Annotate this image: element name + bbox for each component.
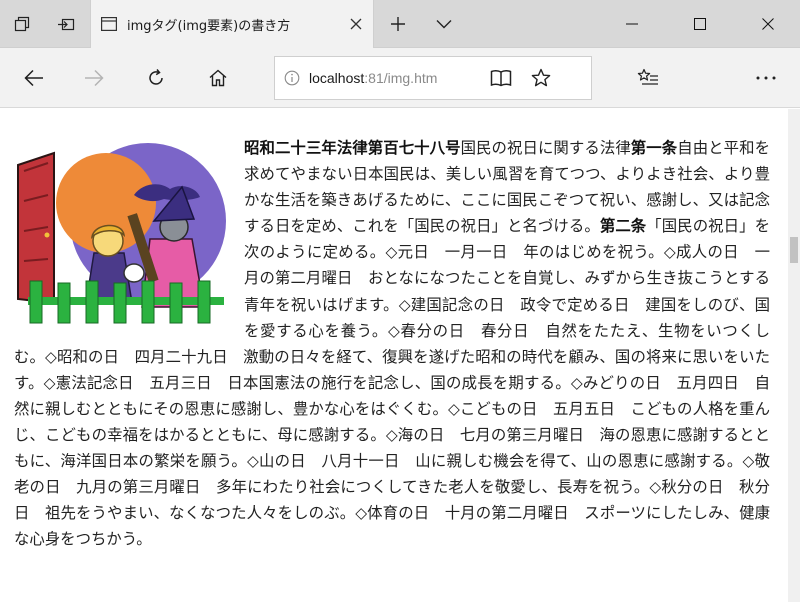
article-2-label: 第二条 xyxy=(599,217,647,236)
minimize-icon xyxy=(626,23,638,25)
info-icon[interactable] xyxy=(275,70,309,86)
tab-actions-icon[interactable] xyxy=(2,0,42,48)
arrow-right-icon xyxy=(85,69,104,87)
arrow-left-icon xyxy=(24,69,43,87)
url-host: localhost xyxy=(309,70,365,86)
maximize-icon xyxy=(694,18,706,30)
forward-button[interactable] xyxy=(74,58,114,98)
halloween-illustration xyxy=(17,143,226,324)
law-title: 昭和二十三年法律第百七十八号 xyxy=(244,139,461,157)
more-button[interactable] xyxy=(746,58,786,98)
article-1-label: 第一条 xyxy=(630,139,678,157)
favorites-hub-button[interactable] xyxy=(628,58,668,98)
refresh-button[interactable] xyxy=(136,58,176,98)
close-tab-button[interactable] xyxy=(339,0,373,48)
plus-icon xyxy=(391,17,405,31)
new-tab-button[interactable] xyxy=(378,0,418,48)
close-icon xyxy=(762,18,774,30)
home-icon xyxy=(209,69,227,87)
tab-preview-button[interactable] xyxy=(424,0,464,48)
scrollbar-thumb[interactable] xyxy=(790,237,798,263)
home-button[interactable] xyxy=(198,58,238,98)
close-icon xyxy=(350,18,362,30)
favorite-button[interactable] xyxy=(521,57,561,99)
page-viewport: 昭和二十三年法律第百七十八号国民の祝日に関する法律第一条自由と平和を求めてやまな… xyxy=(0,109,788,602)
refresh-icon xyxy=(149,69,163,85)
url-path: :81/img.htm xyxy=(364,70,438,86)
tab-strip: imgタグ(img要素)の書き方 xyxy=(0,0,800,48)
address-bar[interactable]: localhost:81/img.htm xyxy=(274,56,592,100)
tab-title: imgタグ(img要素)の書き方 xyxy=(127,18,291,34)
window-close-button[interactable] xyxy=(744,0,792,48)
page-favicon-icon xyxy=(91,0,127,48)
star-icon xyxy=(531,68,551,87)
favorites-list-icon xyxy=(637,68,658,85)
set-aside-tabs-icon[interactable] xyxy=(46,0,86,48)
url-text[interactable]: localhost:81/img.htm xyxy=(309,70,481,86)
vertical-scrollbar[interactable] xyxy=(788,109,800,602)
back-button[interactable] xyxy=(14,58,54,98)
minimize-button[interactable] xyxy=(608,0,656,48)
book-icon xyxy=(490,70,512,87)
reading-view-button[interactable] xyxy=(481,57,521,99)
active-tab[interactable]: imgタグ(img要素)の書き方 xyxy=(90,0,374,48)
more-icon xyxy=(756,76,776,80)
law-title-name: 国民の祝日に関する法律 xyxy=(460,139,631,157)
article-body: 昭和二十三年法律第百七十八号国民の祝日に関する法律第一条自由と平和を求めてやまな… xyxy=(14,135,770,553)
navigation-bar: localhost:81/img.htm xyxy=(0,48,800,108)
chevron-down-icon xyxy=(436,20,452,29)
maximize-button[interactable] xyxy=(676,0,724,48)
white-ghost xyxy=(123,263,145,283)
